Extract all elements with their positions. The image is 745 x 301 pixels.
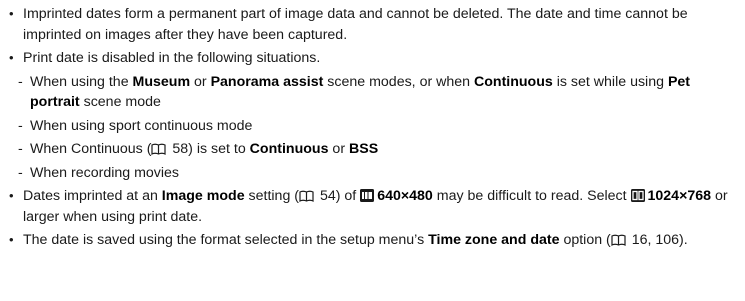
museum-label: Museum [132, 73, 191, 90]
bullet-marker: • [9, 6, 14, 21]
bullet-item-1: • Imprinted dates form a permanent part … [8, 4, 743, 45]
book-reference-icon [151, 143, 167, 155]
sub-text: scene modes, or when [323, 73, 474, 90]
sub-text: When recording movies [30, 164, 180, 181]
bullet-item-4: • The date is saved using the format sel… [8, 230, 743, 251]
sub-text: When using sport continuous mode [30, 117, 253, 134]
time-zone-and-date-label: Time zone and date [428, 232, 560, 248]
dash-marker: - [18, 73, 23, 90]
sub-text: scene mode [79, 94, 161, 110]
dash-marker: - [18, 117, 23, 134]
continuous-label: Continuous [249, 141, 329, 157]
bullet-marker: • [9, 232, 14, 247]
bullet-text: Imprinted dates form a permanent part of… [23, 6, 688, 43]
continuous-label: Continuous [473, 73, 553, 90]
sub-text: or [328, 141, 349, 157]
bullet-item-3: • Dates imprinted at an Image mode setti… [8, 186, 743, 227]
bullet-text: Dates imprinted at an [23, 188, 162, 204]
image-size-640-label: 640×480 [377, 188, 433, 204]
sub-item-4: - When recording movies [8, 163, 743, 184]
sub-item-1: - When using the Museum or Panorama assi… [8, 72, 743, 113]
bullet-text: The date is saved using the format selec… [23, 232, 429, 248]
image-size-1024-label: 1024×768 [647, 188, 712, 204]
book-reference-icon [611, 234, 626, 246]
panorama-assist-label: Panorama assist [210, 73, 324, 90]
sub-item-2: - When using sport continuous mode [8, 116, 743, 137]
bullet-text: may be difficult to read. Select [432, 188, 631, 204]
bullet-text: setting ( [244, 188, 300, 204]
bullet-text: 54) of [316, 188, 361, 204]
bullet-text: 16, 106). [627, 232, 688, 248]
sub-text: is set while using [552, 73, 668, 90]
vga-image-mode-icon [360, 189, 375, 202]
bullet-marker: • [9, 188, 14, 203]
bullet-marker: • [9, 50, 14, 65]
document-body: • Imprinted dates form a permanent part … [8, 4, 743, 254]
sub-text: When Continuous ( [30, 141, 152, 157]
sub-text: 58) is set to [168, 141, 250, 157]
bullet-text: option ( [559, 232, 611, 248]
dash-marker: - [18, 141, 23, 157]
dash-marker: - [18, 164, 23, 181]
pc-image-mode-icon [630, 189, 645, 202]
bullet-text: Print date is disabled in the following … [23, 50, 321, 66]
book-reference-icon [299, 190, 314, 202]
image-mode-label: Image mode [161, 188, 245, 204]
sub-text: or [190, 73, 211, 90]
bullet-item-2: • Print date is disabled in the followin… [8, 48, 743, 69]
sub-text: When using the [30, 73, 133, 90]
sub-item-3: - When Continuous ( 58) is set to Contin… [8, 139, 743, 160]
bss-label: BSS [348, 141, 379, 157]
